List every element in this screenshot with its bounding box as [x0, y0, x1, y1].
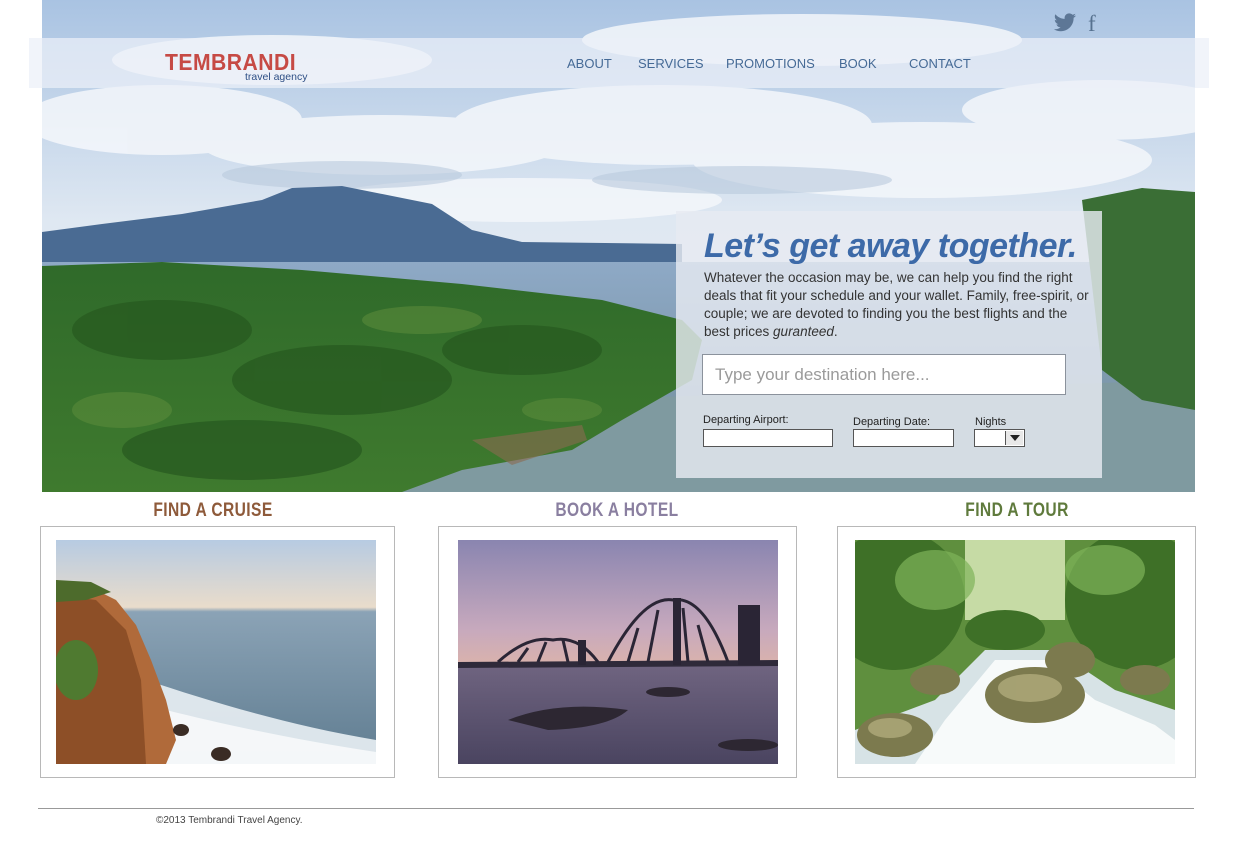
nights-label: Nights — [975, 416, 1007, 428]
forest-stream-photo — [855, 540, 1175, 764]
find-cruise-title[interactable]: FIND A CRUISE — [145, 500, 281, 522]
destination-search-input[interactable] — [702, 354, 1066, 395]
promo-body-end: . — [833, 324, 838, 339]
footer-divider — [38, 808, 1194, 809]
departing-date-input[interactable] — [853, 429, 954, 447]
book-hotel-title[interactable]: BOOK A HOTEL — [547, 500, 686, 522]
sea-cliff-photo — [56, 540, 376, 764]
tour-card[interactable] — [837, 526, 1196, 778]
twitter-bird-icon[interactable] — [1053, 12, 1077, 34]
find-tour-title[interactable]: FIND A TOUR — [949, 500, 1085, 522]
nav-item-about[interactable]: ABOUT — [567, 56, 612, 71]
dropdown-arrow-icon[interactable] — [1005, 431, 1023, 445]
departing-airport-input[interactable] — [703, 429, 833, 447]
nights-dropdown[interactable] — [974, 429, 1025, 447]
brand-tagline: travel agency — [245, 71, 308, 83]
bridge-sunset-photo — [458, 540, 778, 764]
copyright-text: ©2013 Tembrandi Travel Agency. — [156, 815, 303, 826]
nav-item-contact[interactable]: CONTACT — [909, 56, 971, 71]
cruise-card[interactable] — [40, 526, 395, 778]
facebook-icon[interactable]: f — [1088, 11, 1096, 37]
top-navigation-bar: TEMBRANDI travel agency ABOUT SERVICES P… — [29, 38, 1209, 88]
nav-item-services[interactable]: SERVICES — [638, 56, 704, 71]
promo-body-text: Whatever the occasion may be, we can hel… — [704, 270, 1089, 339]
nav-item-promotions[interactable]: PROMOTIONS — [726, 56, 815, 71]
promo-headline: Let’s get away together. — [704, 227, 1077, 265]
promo-body-emphasis: guranteed — [773, 324, 834, 339]
nav-item-book[interactable]: BOOK — [839, 56, 877, 71]
hotel-card[interactable] — [438, 526, 797, 778]
promo-search-panel: Let’s get away together. Whatever the oc… — [676, 211, 1102, 478]
departing-airport-label: Departing Airport: — [703, 414, 789, 426]
departing-date-label: Departing Date: — [853, 416, 931, 428]
promo-description: Whatever the occasion may be, we can hel… — [704, 269, 1094, 341]
